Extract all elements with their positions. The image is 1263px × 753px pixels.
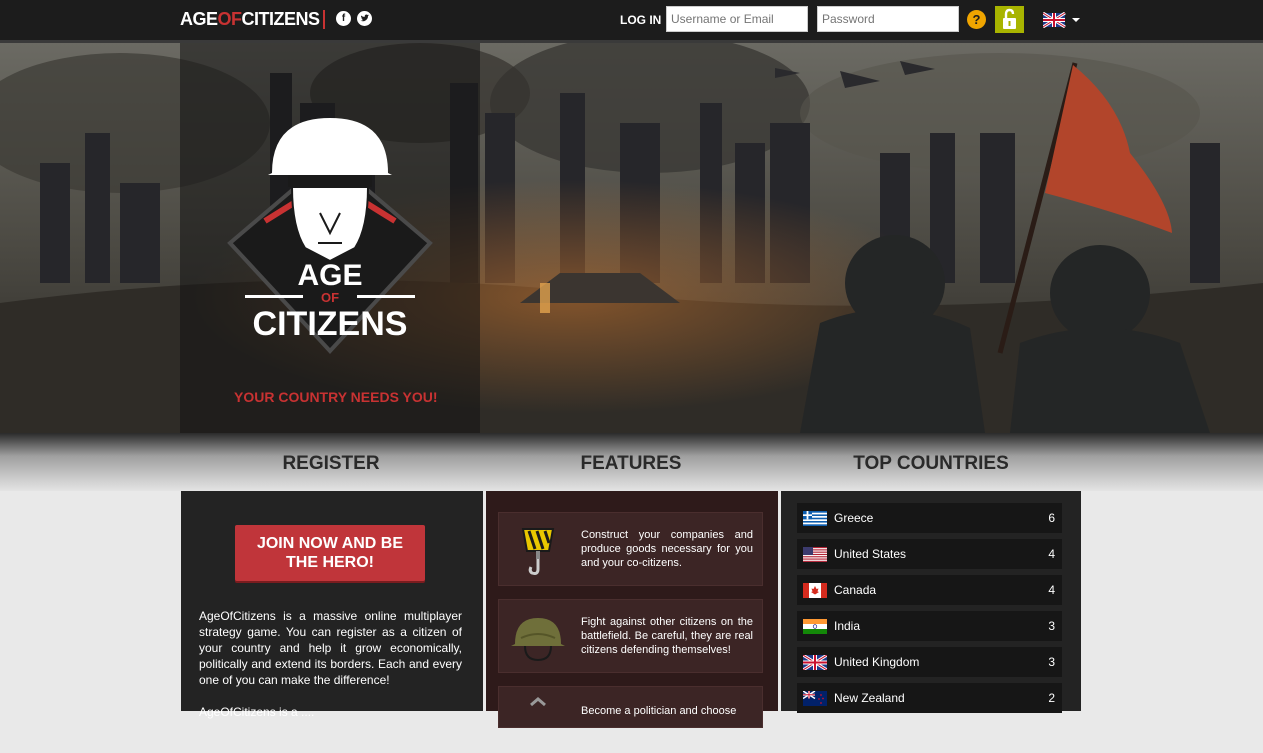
- greece-flag-icon: [803, 511, 827, 526]
- helmet-icon: [268, 118, 392, 175]
- feature-text: Become a politician and choose: [581, 705, 737, 717]
- username-input[interactable]: [666, 6, 808, 32]
- usa-flag-icon: [803, 547, 827, 562]
- country-name: United Kingdom: [834, 655, 920, 669]
- country-count: 4: [1048, 583, 1055, 597]
- politics-icon: [530, 697, 546, 707]
- country-row[interactable]: Canada 4: [797, 575, 1062, 605]
- unlock-icon: [1003, 8, 1016, 29]
- country-count: 3: [1048, 619, 1055, 633]
- logo-separator: [323, 10, 325, 29]
- facebook-icon[interactable]: f: [336, 11, 351, 26]
- age-of-citizens-emblem: AGE OF CITIZENS: [227, 118, 433, 354]
- hero-tagline: YOUR COUNTRY NEEDS YOU!: [234, 389, 438, 405]
- country-name: India: [834, 619, 861, 633]
- register-section-title: REGISTER: [282, 453, 380, 474]
- country-row[interactable]: New Zealand 2: [797, 683, 1062, 713]
- hero-emblem-panel: AGE OF CITIZENS: [180, 43, 480, 433]
- password-input[interactable]: [817, 6, 959, 32]
- feature-item-construct: Construct your companies and produce goo…: [498, 512, 763, 586]
- country-count: 2: [1048, 691, 1055, 705]
- country-row[interactable]: India 3: [797, 611, 1062, 641]
- twitter-icon[interactable]: [357, 11, 372, 26]
- country-row[interactable]: Greece 6: [797, 503, 1062, 533]
- login-unlock-button[interactable]: [995, 6, 1024, 33]
- feature-item-fight: Fight against other citizens on the batt…: [498, 599, 763, 673]
- country-name: Canada: [834, 583, 877, 597]
- india-flag-icon: [803, 619, 827, 634]
- country-row[interactable]: United States 4: [797, 539, 1062, 569]
- emblem-of-text: OF: [321, 290, 339, 305]
- crane-hook-icon: [521, 528, 555, 575]
- chevron-down-icon: [1072, 18, 1080, 22]
- country-count: 6: [1048, 511, 1055, 525]
- logo-of: OF: [217, 9, 243, 29]
- feature-item-politics: Become a politician and choose: [498, 686, 763, 728]
- country-name: Greece: [834, 511, 874, 525]
- canada-flag-icon: [803, 583, 827, 598]
- uk-flag-icon: [803, 655, 827, 670]
- emblem-citizens-text: CITIZENS: [253, 305, 408, 343]
- site-logo[interactable]: AGEOFCITIZENS: [180, 9, 320, 30]
- uk-flag-icon: [1042, 11, 1080, 29]
- top-countries-section-title: TOP COUNTRIES: [853, 453, 1009, 474]
- country-row[interactable]: United Kingdom 3: [797, 647, 1062, 677]
- game-description-continued: AgeOfCitizens is a ....: [199, 705, 315, 719]
- help-icon[interactable]: ?: [967, 10, 986, 29]
- join-now-button[interactable]: JOIN NOW AND BE THE HERO!: [235, 525, 425, 581]
- register-column: JOIN NOW AND BE THE HERO! AgeOfCitizens …: [181, 491, 483, 719]
- hero-banner: AGE OF CITIZENS YOUR COUNTRY NEEDS YOU!: [0, 43, 1263, 433]
- language-selector[interactable]: [1042, 11, 1083, 29]
- feature-text: Construct your companies and produce goo…: [581, 529, 753, 569]
- logo-citizens: CITIZENS: [241, 9, 321, 29]
- top-countries-column: Greece 6 United States 4 Canada 4 India …: [781, 491, 1081, 713]
- country-name: United States: [834, 547, 907, 561]
- nz-flag-icon: [803, 691, 827, 706]
- country-name: New Zealand: [834, 691, 905, 705]
- country-count: 4: [1048, 547, 1055, 561]
- features-column: Construct your companies and produce goo…: [486, 491, 778, 728]
- feature-text: Fight against other citizens on the batt…: [581, 616, 753, 656]
- country-count: 3: [1048, 655, 1055, 669]
- login-label: LOG IN: [620, 13, 662, 27]
- top-navigation-bar: AGEOFCITIZENS f LOG IN ?: [0, 0, 1263, 43]
- helmet-icon: [511, 618, 565, 662]
- logo-age: AGE: [180, 9, 218, 29]
- features-section-title: FEATURES: [580, 453, 682, 474]
- game-description: AgeOfCitizens is a massive online multip…: [199, 609, 462, 687]
- emblem-age-text: AGE: [297, 259, 362, 292]
